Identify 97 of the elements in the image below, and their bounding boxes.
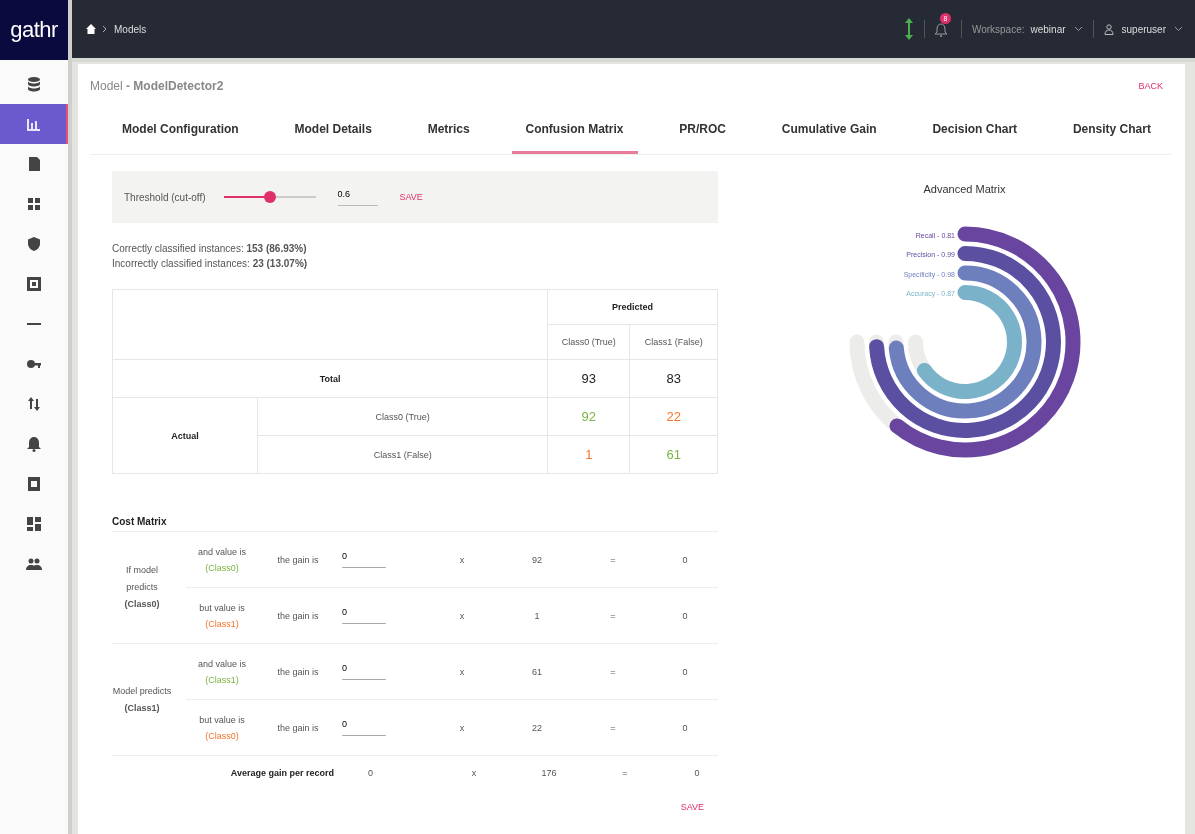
page-title: Model - ModelDetector2: [90, 79, 224, 93]
sidebar-item[interactable]: [0, 104, 68, 144]
operator: x: [458, 610, 466, 621]
condition-text: but value is: [199, 602, 245, 613]
gain-input[interactable]: 0: [342, 551, 386, 568]
tab[interactable]: Cumulative Gain: [767, 108, 891, 154]
group-label: If model predicts (Class0): [123, 564, 161, 611]
average-label: Average gain per record: [229, 768, 335, 778]
section-title: Cost Matrix: [112, 516, 718, 532]
condition-text: but value is: [199, 714, 245, 725]
chevron-down-icon: [1073, 26, 1083, 32]
count-value: 22: [531, 722, 543, 733]
row-header: Total: [112, 359, 548, 398]
result-value: 0: [681, 610, 689, 621]
workspace-dropdown[interactable]: webinar: [1030, 23, 1083, 35]
bell-icon: [26, 436, 42, 452]
slider-thumb[interactable]: [263, 191, 276, 203]
result-value: 0: [681, 554, 689, 565]
operator: =: [621, 768, 629, 778]
shield-icon: [26, 236, 42, 252]
tab[interactable]: PR/ROC: [665, 108, 741, 154]
column-header: Class1 (False): [629, 324, 718, 360]
chevron-icon: [102, 25, 108, 33]
bar-chart-icon: [25, 116, 41, 132]
file-icon: [26, 156, 42, 172]
operator: =: [609, 554, 617, 565]
logo[interactable]: gathr: [0, 0, 68, 60]
condition-text: and value is: [197, 658, 246, 669]
summary-text: Correctly classified instances: 153 (86.93%): [112, 242, 308, 256]
up-down-arrow-icon: [903, 18, 914, 40]
count-value: 92: [531, 554, 543, 565]
operator: x: [458, 722, 466, 733]
class-label: (Class1): [205, 618, 239, 629]
gain-label: the gain is: [276, 722, 320, 733]
result-value: 0: [681, 666, 689, 677]
grid-icon: [26, 196, 42, 212]
condition-text: and value is: [197, 546, 246, 557]
chart-title: Advanced Matrix: [923, 183, 1006, 195]
tab[interactable]: Model Configuration: [108, 108, 253, 154]
class-label: (Class1): [205, 674, 239, 685]
count-value: 61: [531, 666, 543, 677]
gain-label: the gain is: [276, 666, 320, 677]
user-menu[interactable]: superuser: [1103, 23, 1183, 35]
table-cell: 61: [629, 435, 718, 474]
operator: =: [609, 610, 617, 621]
result-value: 0: [693, 768, 701, 778]
people-icon: [26, 556, 42, 572]
threshold-input[interactable]: 0.6: [337, 188, 378, 206]
operator: x: [458, 666, 466, 677]
table-cell: 93: [547, 359, 630, 398]
average-gain: 0: [367, 768, 374, 778]
chevron-down-icon: [1174, 26, 1183, 32]
operator: x: [470, 768, 478, 778]
gain-input[interactable]: 0: [342, 719, 386, 736]
row-header: Class0 (True): [257, 397, 548, 436]
gain-input[interactable]: 0: [342, 607, 386, 624]
class-label: (Class0): [205, 562, 239, 573]
class-label: (Class0): [205, 730, 239, 741]
dashboard-icon: [26, 516, 42, 532]
table-cell: 83: [629, 359, 718, 398]
workspace-label: Workspace:: [971, 23, 1025, 35]
operator: x: [458, 554, 466, 565]
user-icon: [1103, 23, 1114, 35]
table-cell: 92: [547, 397, 630, 436]
row-header: Actual: [112, 397, 258, 474]
document-icon: [26, 476, 42, 492]
gain-label: the gain is: [276, 610, 320, 621]
database-icon: [26, 76, 42, 92]
table-header: Predicted: [547, 289, 718, 325]
frame-icon: [26, 276, 42, 292]
result-value: 0: [681, 722, 689, 733]
save-link[interactable]: SAVE: [399, 192, 423, 202]
tab[interactable]: Model Details: [280, 108, 386, 154]
bell-icon: [934, 23, 947, 37]
breadcrumb-link[interactable]: Models: [114, 23, 147, 35]
operator: =: [609, 666, 617, 677]
column-header: Class0 (True): [547, 324, 630, 360]
count-value: 176: [540, 768, 558, 778]
table-cell: 1: [547, 435, 630, 474]
summary-text: Incorrectly classified instances: 23 (13.07%): [112, 257, 309, 271]
gain-input[interactable]: 0: [342, 663, 386, 680]
dash-icon: [27, 323, 41, 325]
tab[interactable]: Metrics: [413, 108, 484, 154]
gain-label: the gain is: [276, 554, 320, 565]
tab[interactable]: Decision Chart: [918, 108, 1032, 154]
group-label: Model predicts (Class1): [112, 684, 173, 715]
tab[interactable]: Confusion Matrix: [511, 108, 638, 154]
up-down-arrows-icon: [26, 396, 42, 412]
back-link[interactable]: BACK: [1138, 81, 1163, 91]
table-cell: 22: [629, 397, 718, 436]
count-value: 1: [533, 610, 541, 621]
tab[interactable]: Density Chart: [1058, 108, 1165, 154]
operator: =: [609, 722, 617, 733]
row-header: Class1 (False): [257, 435, 548, 474]
threshold-label: Threshold (cut-off): [124, 191, 206, 203]
save-link[interactable]: SAVE: [680, 802, 704, 812]
home-icon: [86, 24, 96, 34]
